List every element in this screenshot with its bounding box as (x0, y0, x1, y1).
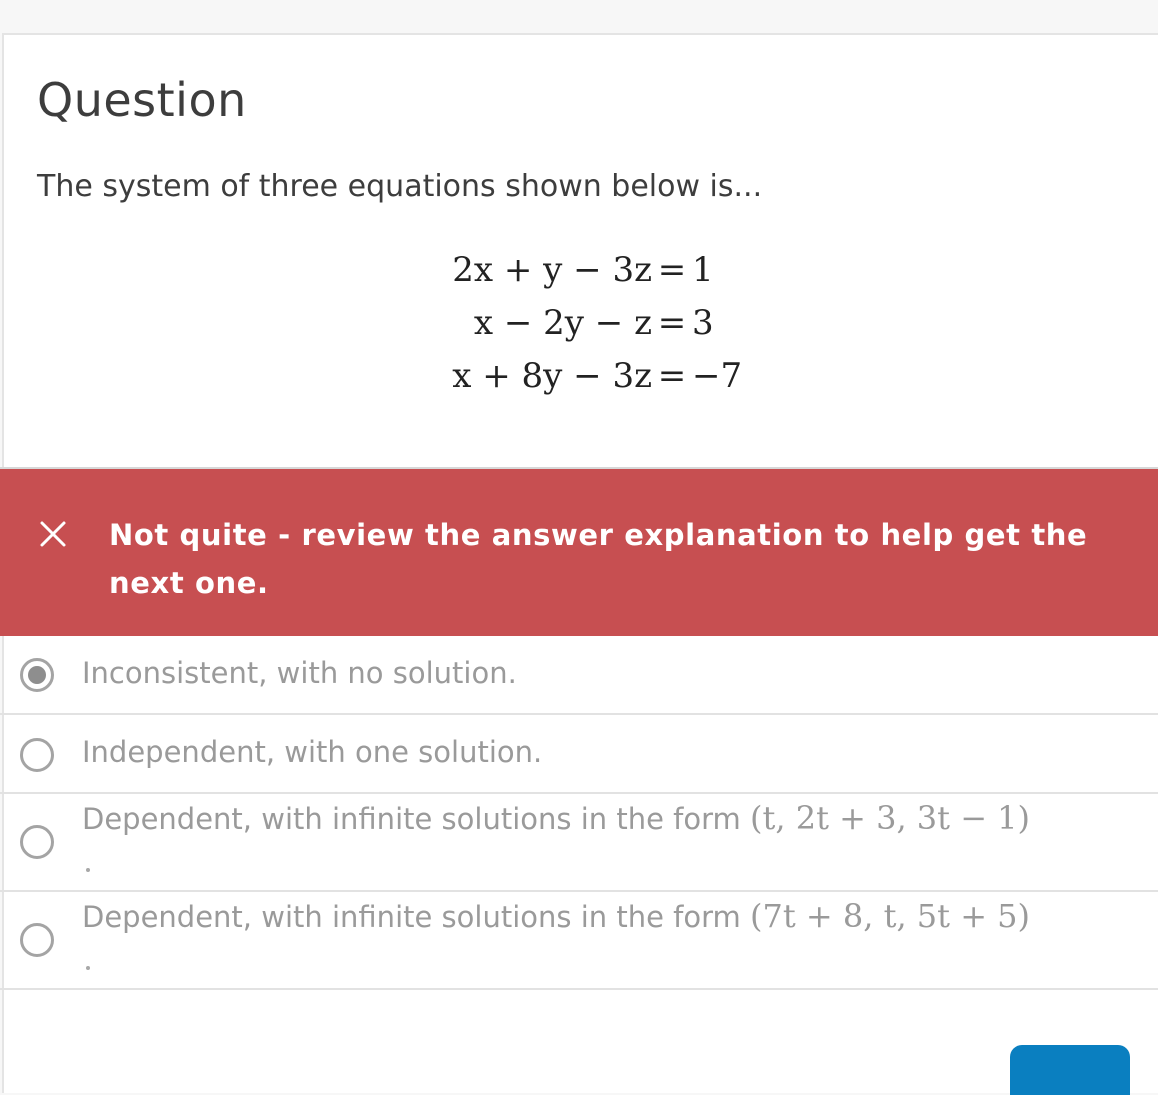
answer-options: Inconsistent, with no solution. Independ… (0, 636, 1158, 990)
continue-button[interactable] (1010, 1045, 1130, 1095)
answer-option-label: Independent, with one solution. (82, 735, 543, 769)
feedback-message: Not quite - review the answer explanatio… (109, 518, 1088, 600)
equation-row: x + 8y − 3z = −7 (364, 349, 804, 402)
question-prompt: The system of three equations shown belo… (37, 169, 763, 204)
equation-lhs: x + 8y − 3z (452, 355, 652, 396)
equation-rhs: 3 (692, 302, 714, 343)
answer-option-label: Inconsistent, with no solution. (82, 656, 517, 690)
question-heading: Question (37, 73, 247, 127)
equation-system: 2x + y − 3z = 1 x − 2y − z = 3 x + 8y − … (364, 243, 804, 402)
radio-button[interactable] (20, 738, 54, 772)
answer-option-math: (7t + 8, t, 5t + 5) (750, 897, 1031, 935)
answer-option[interactable]: Independent, with one solution. (0, 715, 1158, 794)
radio-button[interactable] (20, 923, 54, 957)
equation-lhs: 2x + y − 3z (452, 249, 652, 290)
answer-option-math: (t, 2t + 3, 3t − 1) (750, 799, 1031, 837)
answer-option-label: Dependent, with infinite solutions in th… (82, 897, 1031, 935)
radio-button[interactable] (20, 825, 54, 859)
radio-button-selected[interactable] (20, 658, 54, 692)
answer-option[interactable]: Dependent, with infinite solutions in th… (0, 794, 1158, 892)
period-dot (86, 868, 90, 872)
equation-row: 2x + y − 3z = 1 (364, 243, 804, 296)
answer-option[interactable]: Inconsistent, with no solution. (0, 636, 1158, 715)
equation-rhs: 1 (692, 249, 714, 290)
answer-option-label: Dependent, with infinite solutions in th… (82, 799, 1031, 837)
equation-row: x − 2y − z = 3 (364, 296, 804, 349)
feedback-banner: Not quite - review the answer explanatio… (0, 467, 1158, 636)
equals-sign: = (657, 302, 687, 343)
period-dot (86, 966, 90, 970)
equation-lhs: x − 2y − z (473, 302, 652, 343)
close-icon (40, 521, 66, 547)
equals-sign: = (657, 249, 687, 290)
equation-rhs: −7 (692, 355, 743, 396)
answer-option[interactable]: Dependent, with infinite solutions in th… (0, 892, 1158, 990)
equals-sign: = (657, 355, 687, 396)
